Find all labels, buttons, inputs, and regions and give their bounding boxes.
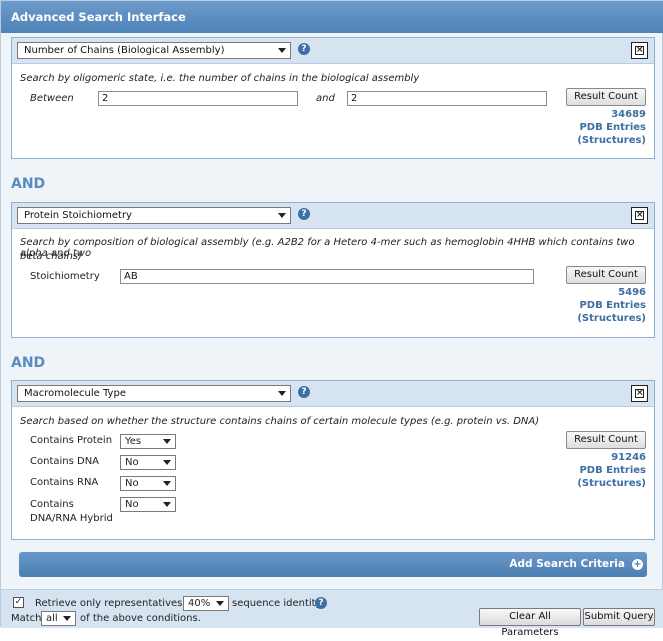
query-footer: ✓ Retrieve only representatives at 40% s… — [1, 589, 663, 638]
result-count-unit: PDB Entries — [579, 122, 646, 133]
close-box-icon: × — [635, 210, 644, 220]
representatives-text: Retrieve only representatives at — [35, 598, 196, 609]
chevron-down-icon — [278, 391, 286, 396]
criteria-panel-macromolecule: Macromolecule Type ? × Search based on w… — [11, 380, 655, 540]
criteria-description: Search based on whether the structure co… — [20, 416, 540, 427]
contains-protein-label: Contains Protein — [30, 435, 113, 446]
chevron-down-icon — [163, 460, 171, 465]
result-count-unit-2: (Structures) — [577, 135, 646, 146]
result-count-number: 34689 — [611, 109, 646, 120]
close-box-icon: × — [635, 388, 644, 398]
result-count-number: 5496 — [618, 287, 646, 298]
contains-hybrid-value: No — [125, 499, 139, 510]
question-icon[interactable]: ? — [298, 386, 310, 398]
contains-protein-value: Yes — [125, 436, 142, 447]
match-select[interactable]: all — [41, 611, 76, 626]
criteria-type-select[interactable]: Macromolecule Type — [17, 385, 291, 402]
result-count-unit: PDB Entries — [579, 300, 646, 311]
add-search-criteria-label: Add Search Criteria — [509, 558, 625, 570]
max-chains-input[interactable]: 2 — [347, 91, 547, 106]
contains-rna-value: No — [125, 478, 139, 489]
result-count-button[interactable]: Result Count — [566, 88, 646, 106]
result-count-unit: PDB Entries — [579, 465, 646, 476]
criteria-description: Search by composition of biological asse… — [20, 237, 635, 259]
question-icon[interactable]: ? — [298, 43, 310, 55]
match-label: Match — [11, 613, 42, 624]
min-chains-input[interactable]: 2 — [98, 91, 298, 106]
result-count[interactable]: 91246 PDB Entries (Structures) — [566, 451, 646, 490]
criteria-type-select[interactable]: Protein Stoichiometry — [17, 207, 291, 224]
remove-criteria-button[interactable]: × — [631, 385, 648, 402]
result-count[interactable]: 34689 PDB Entries (Structures) — [566, 108, 646, 147]
contains-rna-select[interactable]: No — [120, 476, 176, 491]
contains-dna-label: Contains DNA — [30, 456, 100, 467]
match-suffix-text: of the above conditions. — [80, 613, 201, 624]
remove-criteria-button[interactable]: × — [631, 42, 648, 59]
result-count-unit-2: (Structures) — [577, 478, 646, 489]
criteria-type-value: Macromolecule Type — [24, 388, 126, 399]
result-count-button[interactable]: Result Count — [566, 431, 646, 449]
chevron-down-icon — [163, 481, 171, 486]
panel-header: Macromolecule Type ? × — [12, 381, 654, 407]
question-icon[interactable]: ? — [298, 208, 310, 220]
and-connector: AND — [11, 176, 46, 192]
panel-header: Protein Stoichiometry ? × — [12, 203, 654, 229]
stoichiometry-input[interactable]: AB — [120, 269, 534, 284]
criteria-type-value: Protein Stoichiometry — [24, 210, 132, 221]
identity-select[interactable]: 40% — [183, 596, 229, 611]
representatives-checkbox[interactable]: ✓ — [13, 597, 24, 608]
chevron-down-icon — [163, 439, 171, 444]
contains-dna-select[interactable]: No — [120, 455, 176, 470]
sequence-identity-text: sequence identity — [232, 598, 322, 609]
criteria-panel-chains: Number of Chains (Biological Assembly) ?… — [11, 37, 655, 159]
criteria-type-value: Number of Chains (Biological Assembly) — [24, 45, 225, 56]
window-title: Advanced Search Interface — [1, 1, 663, 33]
match-value: all — [46, 613, 58, 624]
contains-hybrid-label-line1: Contains — [30, 499, 74, 510]
contains-protein-select[interactable]: Yes — [120, 434, 176, 449]
clear-all-parameters-button[interactable]: Clear All Parameters — [479, 608, 581, 638]
chevron-down-icon — [216, 601, 224, 606]
criteria-type-select[interactable]: Number of Chains (Biological Assembly) — [17, 42, 291, 59]
add-search-criteria-button[interactable]: Add Search Criteria + — [19, 552, 647, 577]
contains-hybrid-select[interactable]: No — [120, 497, 176, 512]
between-label: Between — [30, 93, 74, 104]
result-count-number: 91246 — [611, 452, 646, 463]
submit-query-button[interactable]: Submit Query — [583, 608, 655, 626]
chevron-down-icon — [163, 502, 171, 507]
contains-dna-value: No — [125, 457, 139, 468]
identity-value: 40% — [188, 598, 211, 609]
remove-criteria-button[interactable]: × — [631, 207, 648, 224]
criteria-description: Search by oligomeric state, i.e. the num… — [20, 73, 420, 84]
chevron-down-icon — [278, 48, 286, 53]
and-connector: AND — [11, 355, 46, 371]
criteria-description-cont: beta chains) — [20, 251, 82, 262]
contains-hybrid-label-line2: DNA/RNA Hybrid — [30, 513, 113, 524]
contains-rna-label: Contains RNA — [30, 477, 99, 488]
contains-hybrid-label: Contains DNA/RNA Hybrid — [30, 498, 113, 526]
result-count-unit-2: (Structures) — [577, 313, 646, 324]
result-count[interactable]: 5496 PDB Entries (Structures) — [566, 286, 646, 325]
result-count-button[interactable]: Result Count — [566, 266, 646, 284]
chevron-down-icon — [278, 213, 286, 218]
stoichiometry-label: Stoichiometry — [30, 271, 100, 282]
close-box-icon: × — [635, 45, 644, 55]
chevron-down-icon — [63, 616, 71, 621]
panel-header: Number of Chains (Biological Assembly) ?… — [12, 38, 654, 64]
criteria-panel-stoichiometry: Protein Stoichiometry ? × Search by comp… — [11, 202, 655, 338]
question-icon[interactable]: ? — [315, 597, 327, 609]
and-range-label: and — [316, 93, 335, 104]
plus-circle-icon: + — [632, 559, 643, 570]
search-window: Advanced Search Interface Number of Chai… — [0, 0, 663, 638]
